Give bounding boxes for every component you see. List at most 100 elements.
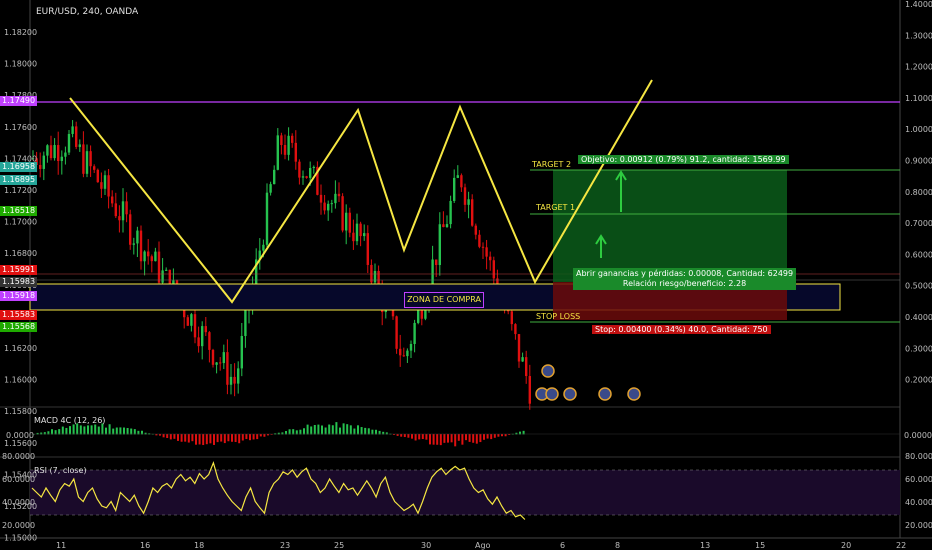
candle-body [327,203,330,211]
macd-bar [324,427,327,435]
candle-body [129,214,132,245]
candle-body [291,135,294,143]
candle-body [265,192,269,245]
macd-bar [493,434,496,438]
macd-bar [468,434,471,442]
macd-bar [61,426,64,435]
candle-body [190,314,193,326]
candle-body [118,216,121,221]
rsi-label[interactable]: RSI (7, close) [34,466,87,475]
macd-bar [177,434,179,441]
macd-bar [479,434,482,443]
candle-body [323,202,326,211]
time-tick-label: Ago [475,541,491,550]
macd-bar [346,424,349,435]
candle-body [345,212,348,231]
macd-bar [259,434,262,437]
macd-bar [108,424,111,435]
macd-bar [443,434,446,443]
macd-bar [465,434,467,441]
macd-bar [317,424,320,435]
macd-bar [195,434,197,445]
time-tick-label: 11 [56,541,66,550]
candle-body [298,161,301,178]
candle-body [471,199,474,226]
candle-body [402,355,405,357]
time-tick-label: 18 [194,541,204,550]
price-tag: 1.15583 [0,310,38,320]
macd-bar [331,425,334,435]
macd-bar [126,427,129,435]
macd-bar [90,425,93,435]
candle-body [82,144,85,174]
candle-body [219,362,222,364]
macd-bar [191,434,194,442]
rsi-tick-label: 80.0000 [2,452,35,461]
rsi-right-tick-label: 60.0000 [905,475,932,484]
zona-de-compra-box[interactable]: ZONA DE COMPRA [404,292,484,308]
candle-body [517,334,521,362]
macd-bar [223,434,226,444]
candle-body [373,270,377,283]
candle-body [366,233,369,265]
macd-label[interactable]: MACD 4C (12, 26) [34,416,105,425]
price-tag: 1.16895 [0,175,38,185]
macd-bar [310,426,313,435]
macd-bar [321,425,323,435]
rsi-tick-label: 40.0000 [2,498,35,507]
target2-label: TARGET 2 [532,160,572,169]
time-tick-label: 6 [560,541,565,550]
candle-body [208,332,211,350]
rsi-pane [30,460,900,520]
macd-bar [87,425,89,435]
macd-bar [187,434,190,443]
macd-bar [353,428,356,435]
macd-bar [400,434,403,437]
candle-body [75,126,78,147]
macd-bar [234,434,237,443]
candle-body [240,336,243,369]
macd-bar [209,434,212,444]
time-tick-label: 25 [334,541,344,550]
drawing-overlays [29,79,900,401]
macd-bar [328,424,331,435]
objective-label: Objetivo: 0.00912 (0.79%) 91.2, cantidad… [578,155,789,164]
macd-bar [457,434,460,441]
macd-bar [72,424,75,435]
candle-body [525,357,528,377]
macd-bar [461,434,464,445]
macd-bar [313,424,316,435]
candle-body [330,203,333,205]
candle-body [237,368,240,384]
macd-bar [180,434,183,442]
macd-bar [105,427,107,435]
target1-label: TARGET 1 [536,203,576,212]
economic-event-icon [627,387,641,401]
stop-loss-label: STOP LOSS [536,312,581,321]
candle-body [85,151,89,174]
candle-body [352,232,355,242]
time-tick-label: 15 [755,541,765,550]
macd-bar [357,425,359,435]
candle-body [121,201,125,221]
macd-bar [252,434,255,440]
macd-bar [292,429,295,435]
candle-body [510,311,513,325]
macd-bar [241,434,244,441]
candle-body [244,309,247,337]
macd-bar [367,428,370,435]
macd-bar [407,434,410,438]
rsi-right-tick-label: 20.0000 [905,521,932,530]
right-tick-label: 1.4000 [905,0,932,9]
macd-bar [112,428,115,435]
macd-bar [123,427,125,435]
time-tick-label: 23 [280,541,290,550]
symbol-title[interactable]: EUR/USD, 240, OANDA [36,7,138,17]
macd-bar [202,434,205,446]
candle-body [435,259,438,266]
candle-body [283,145,287,155]
right-tick-label: 0.4000 [905,313,932,322]
macd-bar [439,434,442,446]
rsi-right-tick-label: 40.0000 [905,498,932,507]
candle-body [460,175,463,188]
